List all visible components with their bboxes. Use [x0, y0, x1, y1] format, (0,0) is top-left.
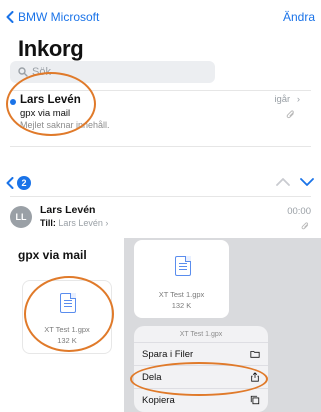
mail-timestamp: igår › [274, 94, 300, 105]
preview-size: 132 K [171, 301, 192, 310]
to-value: Lars Levén [58, 218, 103, 228]
chevron-left-icon [6, 11, 14, 23]
message-sender[interactable]: Lars Levén [40, 204, 95, 216]
chevron-down-icon[interactable] [300, 177, 314, 187]
highlight-ring-share [130, 362, 268, 396]
top-navigation-bar: BMW Microsoft Ändra [6, 10, 315, 28]
unread-count-badge: 2 [17, 176, 31, 190]
document-icon [175, 256, 191, 276]
edit-button[interactable]: Ändra [283, 10, 315, 24]
back-to-inbox-button[interactable]: 2 [6, 176, 31, 190]
context-menu-header: XT Test 1.gpx [179, 330, 223, 338]
highlight-ring-mail [6, 72, 96, 136]
chevron-right-icon: › [296, 94, 300, 105]
message-time: 00:00 [287, 206, 311, 217]
chevron-up-icon[interactable] [276, 177, 290, 187]
message-navigation [276, 177, 314, 187]
message-recipient[interactable]: Till: Lars Levén › [40, 218, 108, 228]
menu-item-label: Kopiera [142, 394, 175, 406]
back-button[interactable]: BMW Microsoft [6, 10, 99, 24]
chevron-right-icon: › [105, 218, 109, 228]
message-subject: gpx via mail [18, 248, 87, 262]
chevron-left-icon [6, 177, 14, 189]
search-icon [18, 67, 28, 77]
attachment-icon [301, 222, 309, 230]
to-label: Till: [40, 218, 56, 228]
highlight-ring-attachment [24, 276, 114, 352]
preview-filename: XT Test 1.gpx [158, 290, 205, 299]
attachment-icon [286, 110, 294, 119]
back-label: BMW Microsoft [18, 10, 100, 24]
divider [10, 196, 311, 197]
menu-item-label: Spara i Filer [142, 348, 194, 360]
message-toolbar: 2 [6, 176, 314, 194]
divider [10, 146, 311, 147]
mail-timestamp-label: igår [274, 94, 291, 105]
copy-icon [250, 395, 260, 405]
attachment-preview: XT Test 1.gpx 132 K [134, 240, 229, 318]
avatar: LL [10, 206, 32, 228]
folder-icon [250, 351, 260, 358]
page-title: Inkorg [18, 36, 84, 61]
